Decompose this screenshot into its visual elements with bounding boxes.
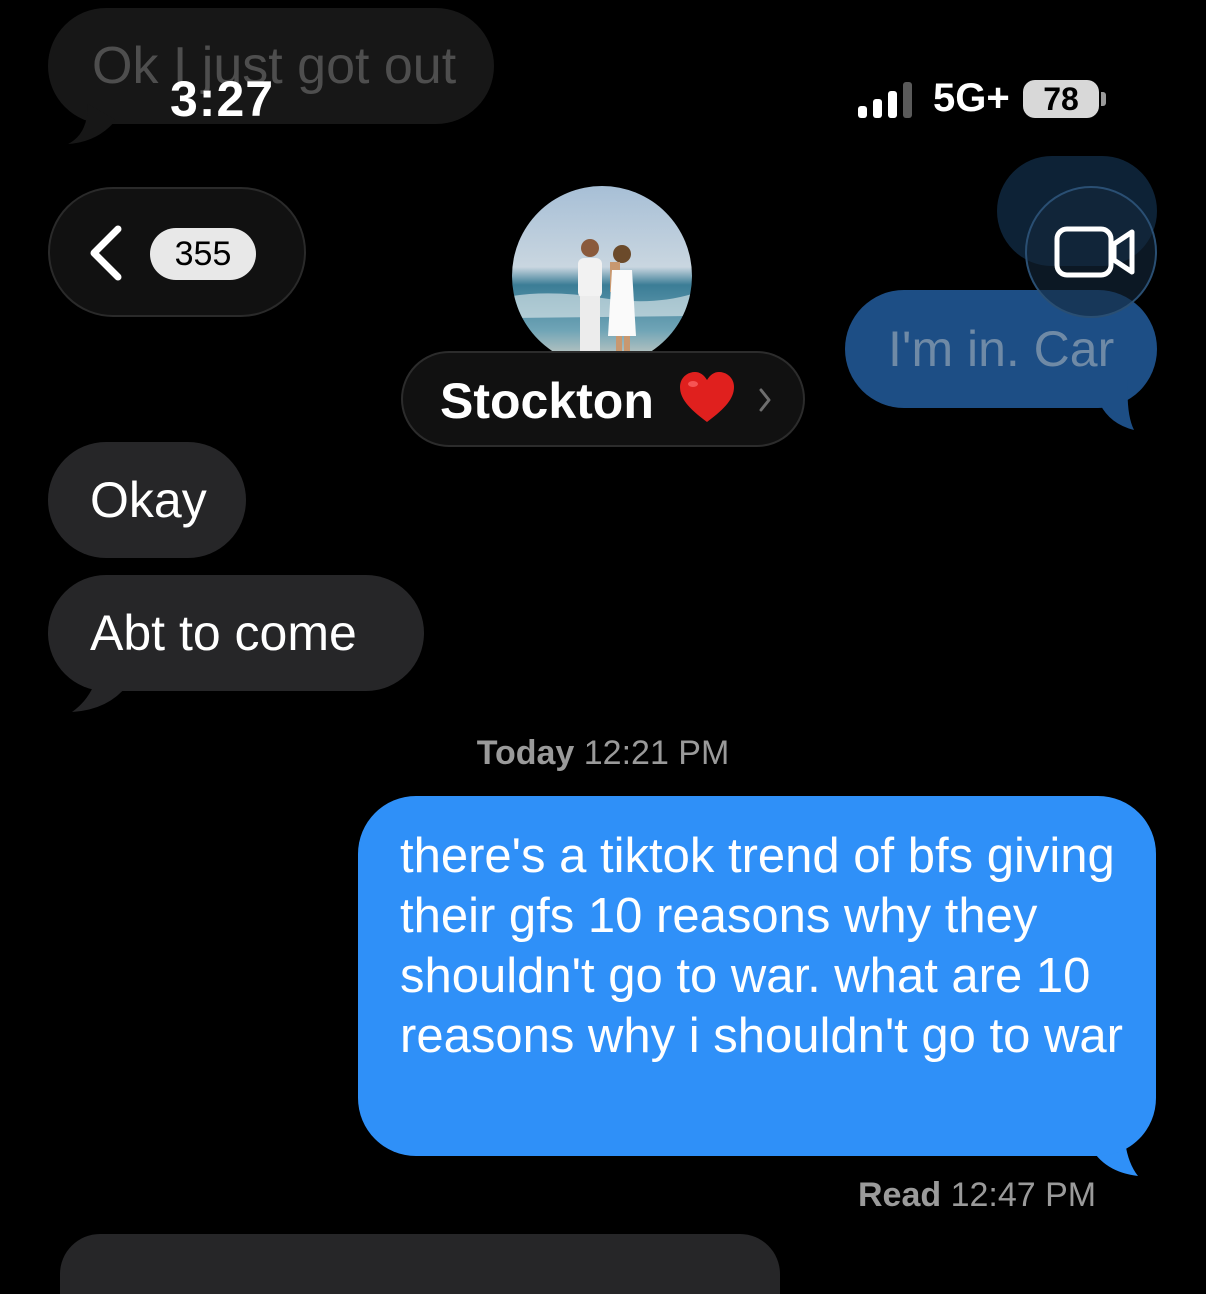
status-time: 3:27 xyxy=(170,71,275,127)
faded-received-text: Ok I just got out xyxy=(92,37,457,95)
contact-avatar[interactable] xyxy=(512,186,692,366)
chevron-right-icon xyxy=(759,388,771,412)
received-message-bubble[interactable]: Okay xyxy=(48,442,246,558)
message-timestamp: Today 12:21 PM xyxy=(0,734,1206,773)
battery-nub xyxy=(1101,92,1106,106)
received-message-bubble-partial[interactable] xyxy=(60,1234,780,1294)
timestamp-day: Today xyxy=(476,734,575,772)
network-type: 5G+ xyxy=(933,76,1010,120)
signal-strength-icon xyxy=(858,82,912,118)
video-camera-icon xyxy=(1054,226,1135,278)
faded-sent-text: I'm in. Car xyxy=(888,321,1115,377)
bubble-tail xyxy=(1100,380,1134,430)
read-label: Read xyxy=(858,1176,942,1214)
read-time: 12:47 PM xyxy=(950,1176,1097,1214)
bubble-tail xyxy=(68,104,116,144)
received-message-bubble[interactable]: Abt to come xyxy=(48,575,424,691)
sent-message-text: there's a tiktok trend of bfs giving the… xyxy=(400,829,1123,1063)
red-heart-icon xyxy=(680,372,734,422)
timestamp-time: 12:21 PM xyxy=(583,734,730,772)
avatar-photo xyxy=(512,186,692,366)
chevron-left-icon xyxy=(90,225,122,281)
unread-count-badge: 355 xyxy=(150,228,256,280)
read-receipt: Read 12:47 PM xyxy=(858,1176,1096,1215)
contact-name: Stockton xyxy=(440,373,654,429)
battery-level: 78 xyxy=(1043,81,1079,117)
